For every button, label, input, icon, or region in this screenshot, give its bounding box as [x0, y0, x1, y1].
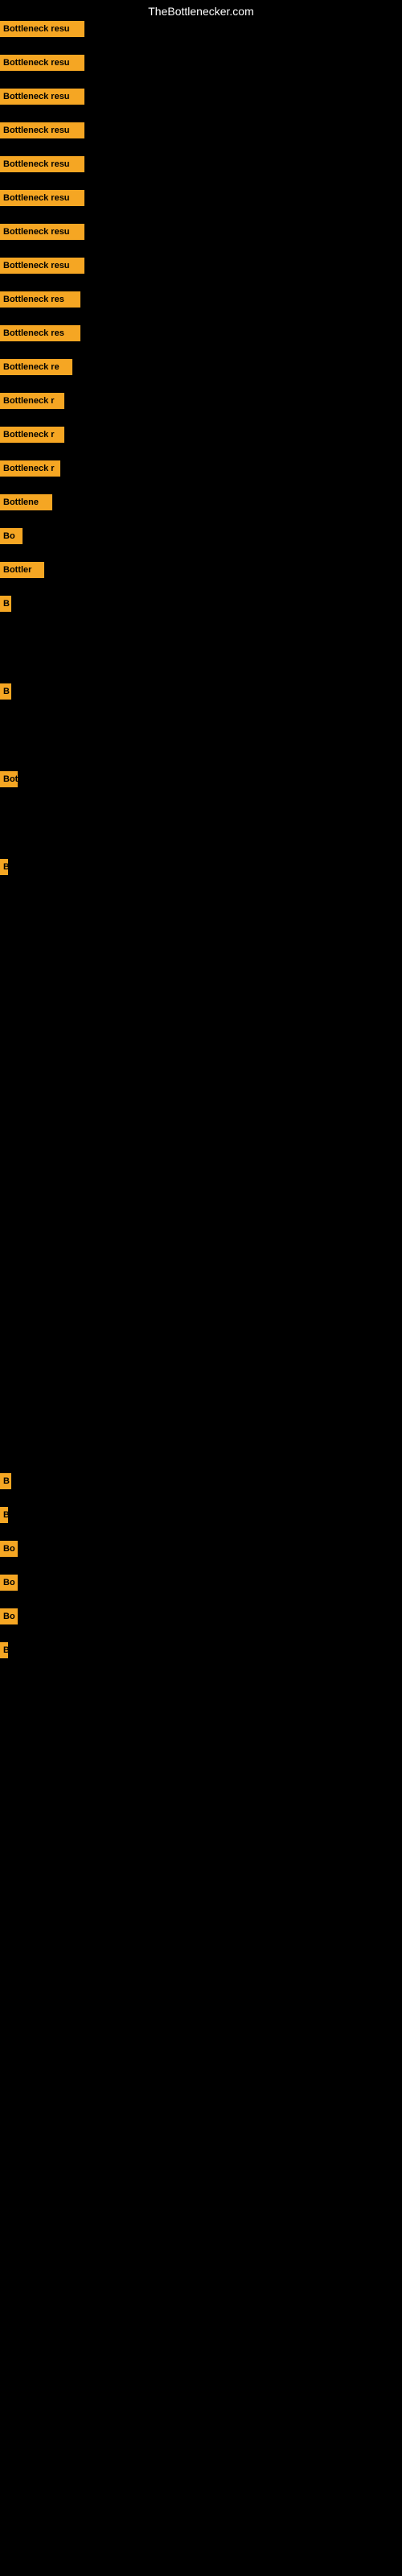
- bottleneck-bar[interactable]: Bottlene: [0, 494, 52, 510]
- bottleneck-bar[interactable]: Bot: [0, 771, 18, 787]
- bottleneck-bar[interactable]: B: [0, 1507, 8, 1523]
- bottleneck-bar[interactable]: Bottleneck re: [0, 359, 72, 375]
- bottleneck-bar[interactable]: Bottleneck resu: [0, 258, 84, 274]
- site-title: TheBottlenecker.com: [0, 0, 402, 23]
- bottleneck-bar[interactable]: Bottleneck resu: [0, 190, 84, 206]
- bottleneck-bar[interactable]: Bottleneck res: [0, 291, 80, 308]
- bottleneck-bar[interactable]: Bottleneck resu: [0, 55, 84, 71]
- bottleneck-bar[interactable]: Bottleneck resu: [0, 122, 84, 138]
- bottleneck-bar[interactable]: Bottleneck resu: [0, 224, 84, 240]
- bottleneck-bar[interactable]: Bottleneck r: [0, 427, 64, 443]
- bottleneck-bar[interactable]: Bottler: [0, 562, 44, 578]
- bottleneck-bar[interactable]: B: [0, 596, 11, 612]
- bottleneck-bar[interactable]: B: [0, 683, 11, 700]
- bottleneck-bar[interactable]: Bottleneck resu: [0, 156, 84, 172]
- bottleneck-bar[interactable]: Bo: [0, 1575, 18, 1591]
- bottleneck-bar[interactable]: Bottleneck r: [0, 393, 64, 409]
- bottleneck-bar[interactable]: Bottleneck res: [0, 325, 80, 341]
- bottleneck-bar[interactable]: Bottleneck resu: [0, 21, 84, 37]
- bottleneck-bar[interactable]: Bottleneck resu: [0, 89, 84, 105]
- bottleneck-bar[interactable]: B: [0, 1642, 8, 1658]
- bottleneck-bar[interactable]: Bo: [0, 528, 23, 544]
- bottleneck-bar[interactable]: Bo: [0, 1541, 18, 1557]
- bottleneck-bar[interactable]: B: [0, 859, 8, 875]
- bottleneck-bar[interactable]: Bottleneck r: [0, 460, 60, 477]
- bottleneck-bar[interactable]: Bo: [0, 1608, 18, 1624]
- bottleneck-bar[interactable]: B: [0, 1473, 11, 1489]
